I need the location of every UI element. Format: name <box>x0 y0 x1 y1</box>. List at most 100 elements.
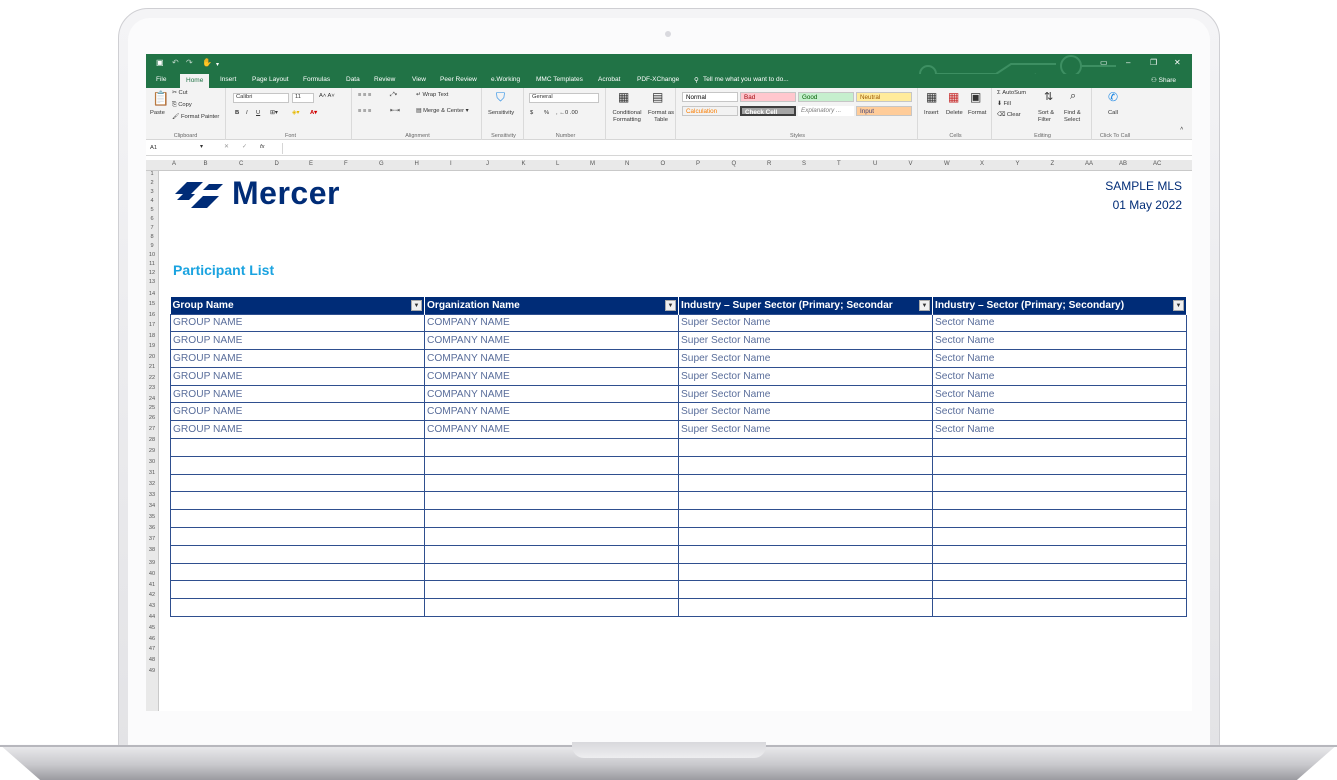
font-size-select[interactable]: 11 <box>292 93 314 103</box>
tab-insert[interactable]: Insert <box>220 76 236 83</box>
column-header[interactable]: C <box>239 161 243 167</box>
table-cell[interactable]: COMPANY NAME <box>424 331 679 351</box>
save-icon[interactable]: ▣ <box>156 58 164 67</box>
table-cell[interactable]: Sector Name <box>932 331 1187 351</box>
column-header[interactable]: P <box>696 161 700 167</box>
style-bad[interactable]: Bad <box>740 92 796 102</box>
tab-formulas[interactable]: Formulas <box>303 76 330 83</box>
row-header[interactable]: 12 <box>146 270 158 276</box>
name-box[interactable]: A1 <box>150 145 198 151</box>
filter-dropdown-icon[interactable]: ▼ <box>919 300 930 311</box>
table-cell[interactable]: Super Sector Name <box>678 313 933 333</box>
grow-font-icon[interactable]: A˄ A˅ <box>319 93 335 99</box>
row-header[interactable]: 40 <box>146 571 158 577</box>
table-cell[interactable] <box>678 509 933 529</box>
column-header[interactable]: J <box>486 161 489 167</box>
tab-mmc-templates[interactable]: MMC Templates <box>536 76 583 83</box>
row-header[interactable]: 33 <box>146 492 158 498</box>
italic-button[interactable]: I <box>246 110 248 116</box>
table-cell[interactable]: COMPANY NAME <box>424 349 679 368</box>
autosum-button[interactable]: Σ AutoSum <box>997 90 1026 96</box>
row-header[interactable]: 20 <box>146 354 158 360</box>
filter-dropdown-icon[interactable]: ▼ <box>1173 300 1184 311</box>
column-header[interactable]: E <box>309 161 313 167</box>
sensitivity-icon[interactable]: ⛉ <box>496 90 505 105</box>
column-header[interactable]: M <box>590 161 595 167</box>
column-header[interactable]: V <box>909 161 913 167</box>
delete-button[interactable]: Delete <box>946 110 963 116</box>
row-header[interactable]: 2 <box>146 180 158 186</box>
row-header[interactable]: 13 <box>146 279 158 285</box>
table-cell[interactable] <box>170 438 425 457</box>
format-button[interactable]: Format <box>968 110 986 116</box>
table-cell[interactable] <box>678 491 933 511</box>
row-header[interactable]: 3 <box>146 189 158 195</box>
column-header[interactable]: S <box>802 161 806 167</box>
table-cell[interactable]: GROUP NAME <box>170 331 425 351</box>
table-cell[interactable] <box>678 455 933 475</box>
tab-eworking[interactable]: e.Working <box>491 76 520 83</box>
call-icon[interactable]: ✆ <box>1108 90 1118 104</box>
column-header[interactable]: A <box>172 161 176 167</box>
minimize-icon[interactable]: – <box>1126 58 1130 67</box>
conditional-formatting-button[interactable]: Conditional Formatting <box>610 110 644 124</box>
table-cell[interactable]: Super Sector Name <box>678 366 933 386</box>
row-header[interactable]: 5 <box>146 207 158 213</box>
row-header[interactable]: 45 <box>146 625 158 631</box>
table-cell[interactable] <box>678 544 933 564</box>
table-cell[interactable]: Sector Name <box>932 420 1187 440</box>
fill-button[interactable]: ⬇ Fill <box>997 101 1011 107</box>
row-header[interactable]: 22 <box>146 375 158 381</box>
column-header[interactable]: T <box>837 161 841 167</box>
table-cell[interactable]: GROUP NAME <box>170 349 425 368</box>
restore-icon[interactable]: ❐ <box>1150 58 1157 67</box>
currency-button[interactable]: $ <box>530 110 533 116</box>
table-cell[interactable] <box>170 527 425 546</box>
column-header[interactable]: AB <box>1119 161 1127 167</box>
table-cell[interactable] <box>424 509 679 529</box>
table-cell[interactable]: COMPANY NAME <box>424 420 679 440</box>
tab-view[interactable]: View <box>412 76 426 83</box>
table-cell[interactable] <box>932 527 1187 546</box>
sort-filter-icon[interactable]: ⇅ <box>1044 90 1053 103</box>
row-header[interactable]: 8 <box>146 234 158 240</box>
style-neutral[interactable]: Neutral <box>856 92 912 102</box>
column-header[interactable]: W <box>944 161 950 167</box>
row-header[interactable]: 9 <box>146 243 158 249</box>
table-cell[interactable] <box>424 491 679 511</box>
column-header[interactable]: X <box>980 161 984 167</box>
table-cell[interactable] <box>932 473 1187 493</box>
table-cell[interactable]: Super Sector Name <box>678 331 933 351</box>
row-header[interactable]: 47 <box>146 646 158 652</box>
font-color-icon[interactable]: A▾ <box>310 110 317 116</box>
align-top-icon[interactable]: ≡ ≡ ≡ <box>358 92 371 98</box>
format-as-table-icon[interactable]: ▤ <box>652 90 663 104</box>
column-header[interactable]: L <box>556 161 559 167</box>
format-cells-icon[interactable]: ▣ <box>970 90 981 104</box>
cancel-entry-icon[interactable]: ✕ <box>224 144 229 150</box>
table-cell[interactable] <box>424 544 679 564</box>
collapse-ribbon-icon[interactable]: ˄ <box>1180 126 1183 132</box>
table-cell[interactable] <box>678 580 933 600</box>
style-input[interactable]: Input <box>856 106 912 116</box>
row-header[interactable]: 26 <box>146 415 158 421</box>
format-as-table-button[interactable]: Format as Table <box>646 110 676 124</box>
sort-filter-button[interactable]: Sort & Filter <box>1038 110 1062 124</box>
column-header[interactable]: G <box>379 161 384 167</box>
table-cell[interactable] <box>932 438 1187 457</box>
row-header[interactable]: 17 <box>146 322 158 328</box>
bold-button[interactable]: B <box>235 110 239 116</box>
row-header[interactable]: 10 <box>146 252 158 258</box>
merge-center-button[interactable]: ▤ Merge & Center ▾ <box>416 108 469 114</box>
formula-input[interactable] <box>282 143 1182 154</box>
table-cell[interactable]: Sector Name <box>932 384 1187 404</box>
row-header[interactable]: 43 <box>146 603 158 609</box>
table-cell[interactable] <box>170 544 425 564</box>
table-cell[interactable] <box>170 598 425 618</box>
table-cell[interactable]: GROUP NAME <box>170 384 425 404</box>
table-cell[interactable] <box>932 598 1187 618</box>
font-name-select[interactable]: Calibri <box>233 93 289 103</box>
table-cell[interactable] <box>932 455 1187 475</box>
row-header[interactable]: 11 <box>146 261 158 267</box>
align-left-icon[interactable]: ≡ ≡ ≡ <box>358 108 371 114</box>
